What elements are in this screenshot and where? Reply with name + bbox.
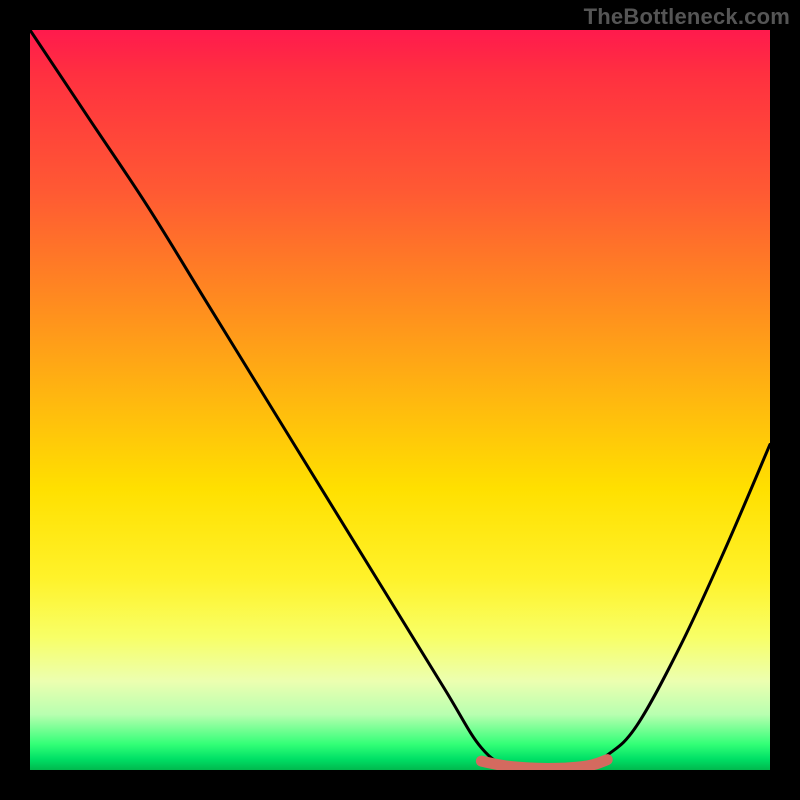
watermark-text: TheBottleneck.com	[584, 4, 790, 30]
curve-svg	[30, 30, 770, 770]
chart-frame: TheBottleneck.com	[0, 0, 800, 800]
bottleneck-curve	[30, 30, 770, 770]
plot-area	[30, 30, 770, 770]
optimal-flat-region	[481, 760, 607, 769]
